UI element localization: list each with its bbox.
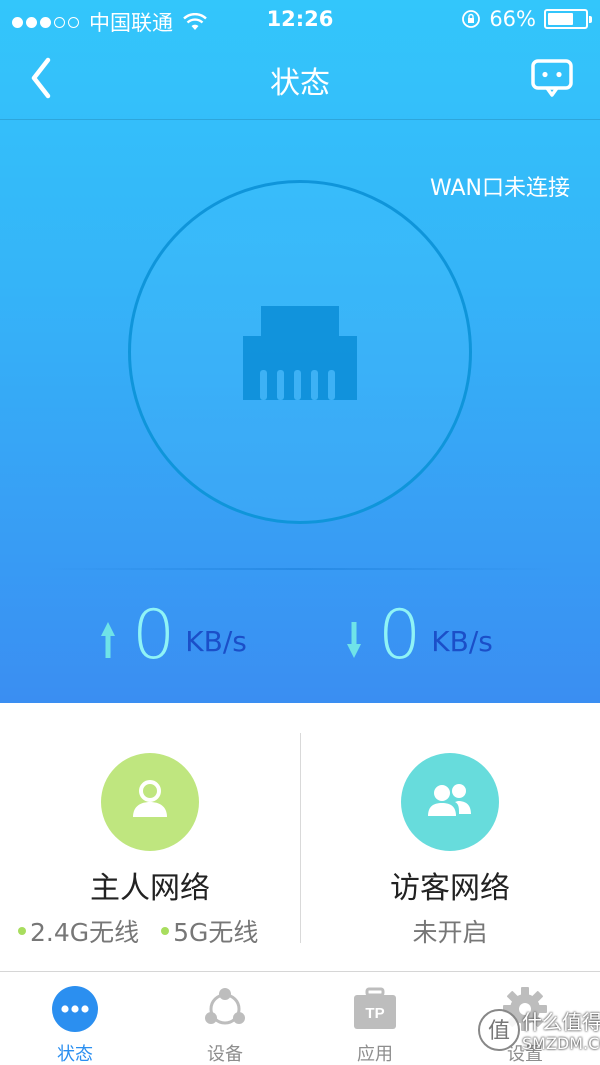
divider bbox=[40, 568, 560, 570]
band-dot-icon bbox=[161, 927, 170, 935]
band-24g-label: 2.4G无线 bbox=[30, 918, 140, 947]
svg-text:TP: TP bbox=[365, 1005, 384, 1022]
tab-bar: 状态 设备 TP 应用 设置 值 什么值得 SMZDM.C bbox=[0, 971, 600, 1065]
watermark-line1: 什么值得买 bbox=[522, 1010, 600, 1034]
host-network-bands: 2.4G无线 5G无线 bbox=[18, 913, 258, 949]
guest-network-avatar bbox=[401, 753, 499, 851]
guest-network-title: 访客网络 bbox=[390, 871, 510, 906]
smzdm-logo: 值 bbox=[478, 1009, 520, 1051]
user-icon bbox=[133, 780, 167, 817]
guest-network-status: 未开启 bbox=[412, 918, 488, 947]
download-arrow-icon bbox=[347, 622, 361, 658]
download-speed-value: 0 bbox=[378, 596, 422, 675]
users-icon bbox=[428, 784, 471, 816]
band-5g: 5G无线 bbox=[161, 913, 258, 949]
message-icon[interactable] bbox=[530, 58, 574, 98]
battery-percent: 66% bbox=[489, 7, 536, 31]
tab-devices[interactable]: 设备 bbox=[150, 972, 300, 1065]
status-dots-icon bbox=[52, 986, 98, 1032]
host-network-card[interactable]: 主人网络 2.4G无线 5G无线 bbox=[0, 703, 300, 971]
tab-devices-label: 设备 bbox=[207, 1044, 243, 1065]
band-24g: 2.4G无线 bbox=[18, 913, 139, 949]
band-dot-icon bbox=[18, 927, 26, 935]
battery-icon bbox=[544, 9, 592, 29]
watermark: 值 什么值得买 SMZDM.COM bbox=[476, 1003, 600, 1059]
wan-status-text: WAN口未连接 bbox=[429, 176, 570, 201]
download-speed: 0 KB/s bbox=[344, 592, 493, 672]
host-network-avatar bbox=[101, 753, 199, 851]
status-bar: 中国联通 12:26 66% bbox=[0, 0, 600, 40]
upload-speed: 0 KB/s bbox=[98, 592, 247, 672]
nav-bar: 状态 bbox=[0, 40, 600, 120]
status-bar-right: 66% bbox=[461, 7, 592, 31]
upload-speed-unit: KB/s bbox=[185, 625, 247, 658]
tab-status-label: 状态 bbox=[57, 1044, 93, 1065]
tab-apps[interactable]: TP 应用 bbox=[300, 972, 450, 1065]
download-speed-unit: KB/s bbox=[431, 625, 493, 658]
watermark-line2: SMZDM.COM bbox=[522, 1034, 600, 1053]
band-5g-label: 5G无线 bbox=[173, 918, 259, 947]
page-title: 状态 bbox=[270, 66, 330, 101]
status-panel: 中国联通 12:26 66% 状态 WAN口未连接 0 KB/s 0 KB/s bbox=[0, 0, 600, 703]
devices-share-icon bbox=[205, 988, 245, 1025]
tab-status[interactable]: 状态 bbox=[0, 972, 150, 1065]
upload-arrow-icon bbox=[101, 622, 115, 658]
host-network-title: 主人网络 bbox=[90, 871, 210, 906]
svg-text:值: 值 bbox=[488, 1019, 510, 1044]
tab-apps-label: 应用 bbox=[357, 1044, 393, 1065]
rotation-lock-icon bbox=[462, 10, 481, 28]
upload-speed-value: 0 bbox=[132, 596, 176, 675]
apps-tp-icon: TP bbox=[354, 987, 396, 1029]
network-cards: 主人网络 2.4G无线 5G无线 访客网络 未开启 bbox=[0, 703, 600, 971]
watermark-text: 什么值得买 SMZDM.COM bbox=[522, 1011, 600, 1055]
ethernet-port-icon bbox=[243, 306, 357, 400]
guest-network-card[interactable]: 访客网络 未开启 bbox=[300, 703, 600, 971]
